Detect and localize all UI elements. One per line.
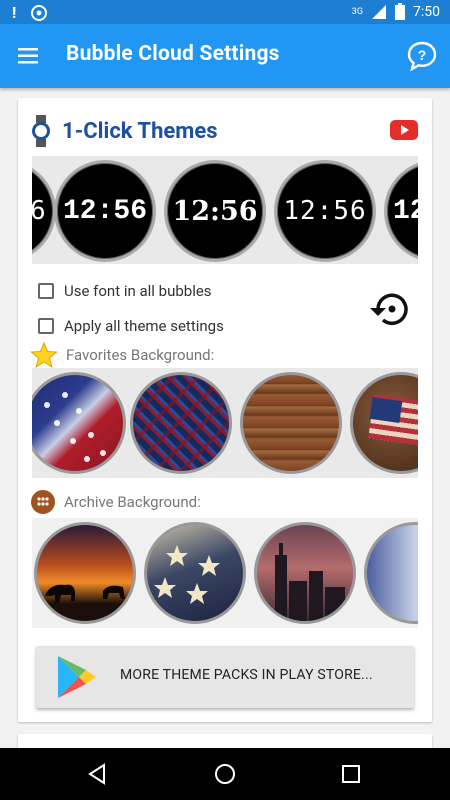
app-bar: Bubble Cloud Settings ? (0, 24, 450, 88)
apply-all-checkbox[interactable] (38, 318, 54, 334)
theme-clock-preview[interactable]: 12:56 (32, 160, 56, 262)
archive-strip[interactable] (32, 518, 418, 628)
battery-icon (395, 3, 405, 20)
content-area[interactable]: 1-Click Themes 12:56 12:56 12:56 12:56 1… (0, 88, 450, 748)
archive-label: Archive Background: (64, 493, 201, 511)
background-plaid-pattern[interactable] (130, 372, 232, 474)
theme-clock-preview[interactable]: 12:56 (384, 160, 418, 262)
back-icon[interactable] (86, 762, 110, 786)
themes-header: 1-Click Themes (30, 115, 218, 147)
signal-icon (372, 4, 386, 19)
themes-title: 1-Click Themes (62, 118, 218, 144)
use-font-label: Use font in all bubbles (64, 282, 212, 300)
favorites-header: Favorites Background: (30, 341, 214, 369)
next-card (18, 734, 432, 748)
youtube-icon[interactable] (390, 120, 418, 140)
background-flag-stars[interactable] (144, 522, 246, 624)
play-store-button[interactable]: MORE THEME PACKS IN PLAY STORE... (36, 646, 414, 708)
hamburger-icon[interactable] (16, 44, 40, 68)
home-icon[interactable] (213, 762, 237, 786)
nav-bar (0, 748, 450, 800)
background-bison-sunset[interactable] (34, 522, 136, 624)
background-blue-stars[interactable] (364, 522, 418, 624)
sync-icon (31, 4, 48, 21)
favorites-strip[interactable] (32, 368, 418, 478)
background-wood-planks[interactable] (240, 372, 342, 474)
background-american-flag[interactable] (350, 372, 418, 474)
app-title: Bubble Cloud Settings (66, 42, 280, 66)
apply-all-label: Apply all theme settings (64, 317, 224, 335)
use-font-checkbox[interactable] (38, 283, 54, 299)
theme-preview-strip[interactable]: 12:56 12:56 12:56 12:56 12:56 (32, 156, 418, 264)
svg-text:?: ? (418, 47, 427, 63)
apply-all-option[interactable]: Apply all theme settings (38, 317, 224, 335)
theme-clock-preview[interactable]: 12:56 (54, 160, 156, 262)
play-store-label: MORE THEME PACKS IN PLAY STORE... (120, 667, 373, 683)
help-bubble-icon[interactable]: ? (406, 40, 438, 72)
theme-clock-preview[interactable]: 12:56 (164, 160, 266, 262)
background-stars-and-stripes[interactable] (32, 372, 126, 474)
network-label: 3G (351, 6, 363, 17)
themes-card: 1-Click Themes 12:56 12:56 12:56 12:56 1… (18, 98, 432, 722)
status-bar: ! 3G 7:50 (0, 0, 450, 24)
background-city-skyline[interactable] (254, 522, 356, 624)
status-time: 7:50 (413, 3, 440, 20)
recents-icon[interactable] (339, 762, 363, 786)
google-play-icon (58, 656, 96, 698)
archive-icon (31, 490, 55, 514)
theme-clock-preview[interactable]: 12:56 (274, 160, 376, 262)
restore-icon[interactable] (366, 284, 416, 334)
watch-icon (32, 115, 50, 147)
star-icon (30, 341, 58, 369)
favorites-label: Favorites Background: (66, 346, 215, 364)
use-font-option[interactable]: Use font in all bubbles (38, 282, 212, 300)
archive-header: Archive Background: (30, 489, 201, 515)
alert-icon: ! (12, 3, 17, 22)
